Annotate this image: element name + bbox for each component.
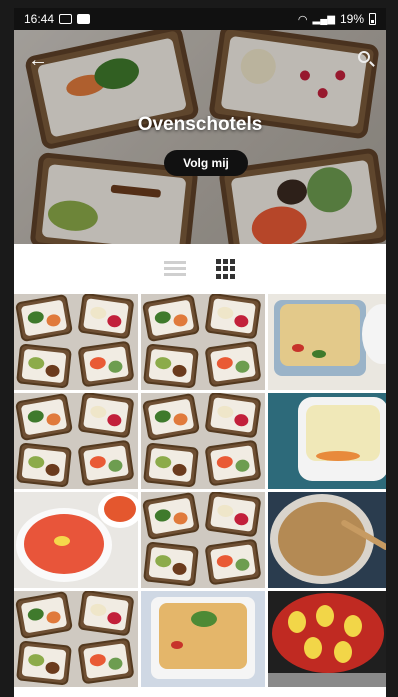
signal-icon: ▂▄▆ <box>312 13 335 25</box>
app-screen: 16:44 ◠ ▂▄▆ 19% ← Ovenschotels Volg mij <box>14 8 386 697</box>
battery-level: 19% <box>339 12 364 26</box>
recipe-grid <box>14 294 386 687</box>
grid-view-icon[interactable] <box>216 259 236 279</box>
follow-button[interactable]: Volg mij <box>164 150 248 176</box>
wifi-icon: ◠ <box>297 13 308 26</box>
recipe-tile[interactable] <box>141 294 265 390</box>
gallery-notification-icon <box>59 14 73 24</box>
back-button[interactable]: ← <box>26 48 50 72</box>
category-title: Ovenschotels <box>137 114 263 135</box>
recipe-tile[interactable] <box>14 492 138 588</box>
device-frame: 16:44 ◠ ▂▄▆ 19% ← Ovenschotels Volg mij <box>0 0 398 697</box>
search-button[interactable] <box>354 48 378 72</box>
recipe-tile[interactable] <box>268 393 386 489</box>
status-right: ◠ ▂▄▆ 19% <box>298 12 376 26</box>
battery-icon <box>369 13 376 25</box>
recipe-tile[interactable] <box>268 591 386 687</box>
status-left: 16:44 <box>24 12 91 26</box>
hero-overlay <box>14 30 386 244</box>
recipe-tile[interactable] <box>14 393 138 489</box>
recipe-tile[interactable] <box>141 492 265 588</box>
list-view-icon[interactable] <box>164 260 186 278</box>
recipe-tile[interactable] <box>268 294 386 390</box>
status-time: 16:44 <box>24 12 55 26</box>
media-notification-icon <box>77 14 91 24</box>
view-toggle-bar <box>14 244 386 294</box>
arrow-left-icon: ← <box>28 49 48 71</box>
recipe-tile[interactable] <box>141 591 265 687</box>
recipe-tile[interactable] <box>14 591 138 687</box>
recipe-tile[interactable] <box>268 492 386 588</box>
status-bar: 16:44 ◠ ▂▄▆ 19% <box>14 8 386 30</box>
category-hero: ← Ovenschotels Volg mij <box>14 30 386 244</box>
recipe-tile[interactable] <box>14 294 138 390</box>
recipe-tile[interactable] <box>141 393 265 489</box>
